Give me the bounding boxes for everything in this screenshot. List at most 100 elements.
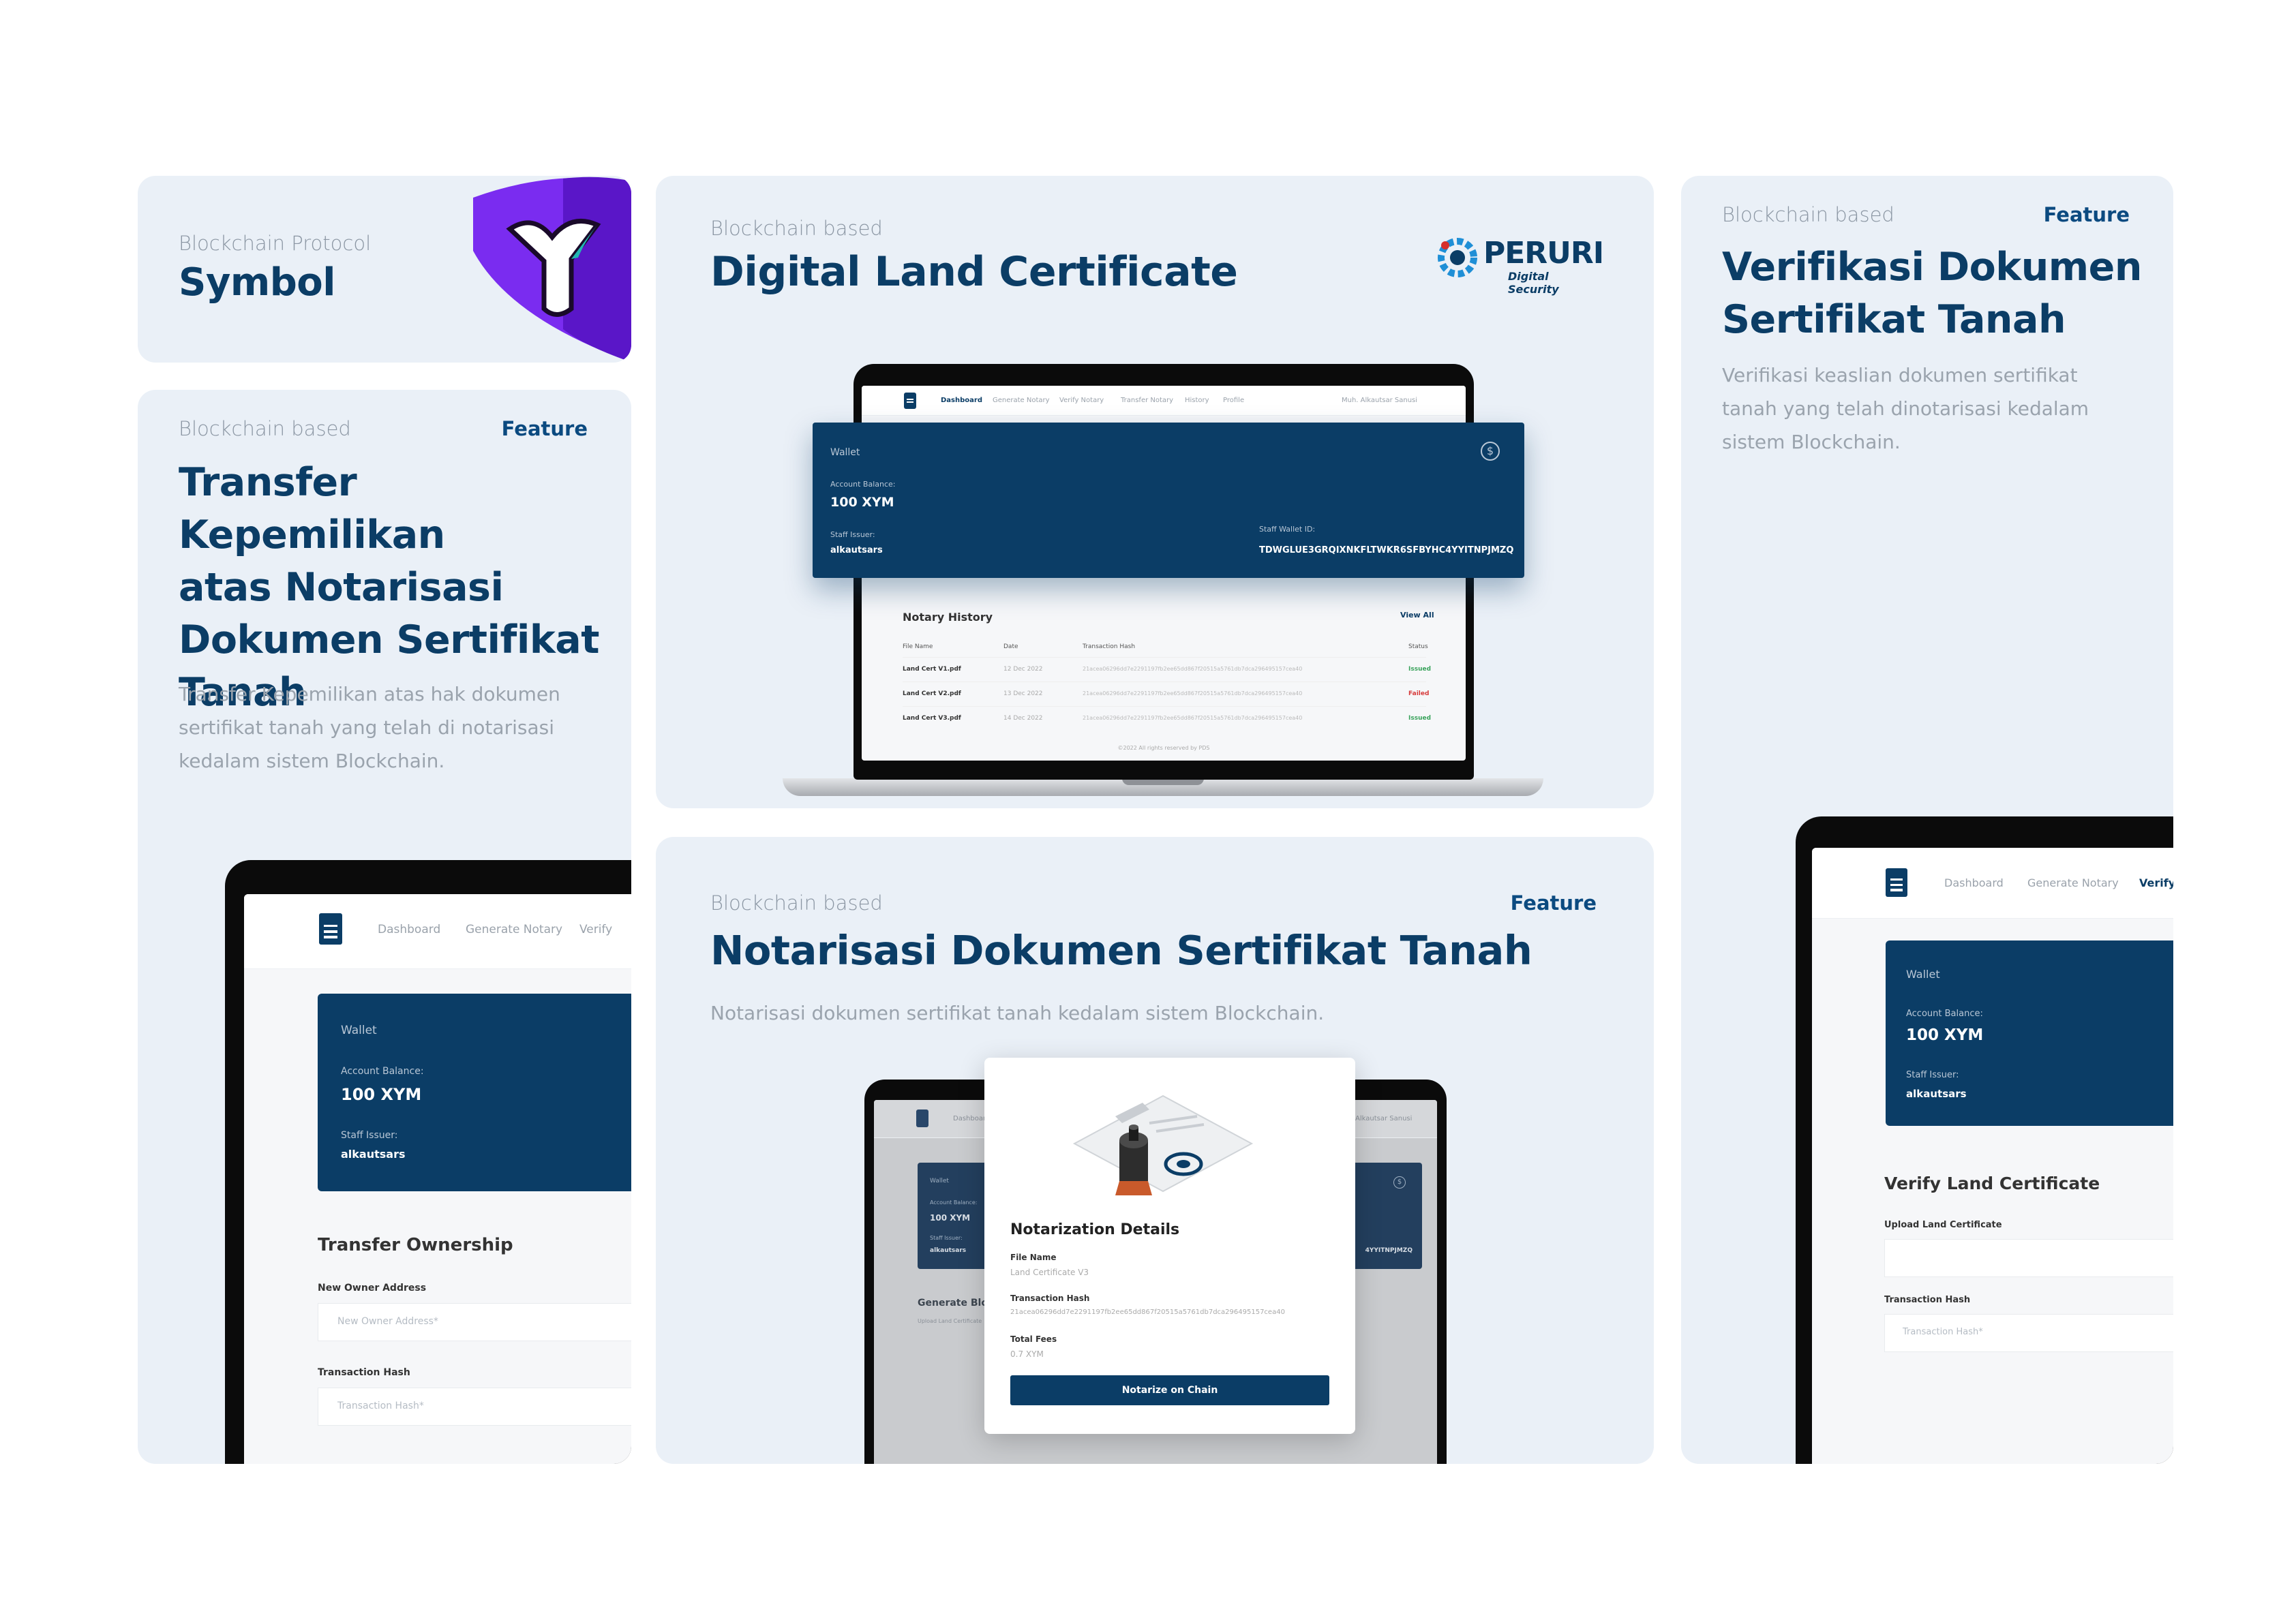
row-hash: 21acea06296dd7e2291197fb2ee65dd867f20515… <box>1083 715 1303 721</box>
table-row[interactable]: Land Cert V3.pdf 14 Dec 2022 21acea06296… <box>903 706 1431 731</box>
transfer-title-line: atas Notarisasi <box>179 565 504 610</box>
document-icon <box>916 1110 928 1127</box>
balance-label: Account Balance: <box>1906 1009 1983 1019</box>
verify-title-line: Sertifikat Tanah <box>1722 297 2066 342</box>
staff-label: Staff Issuer: <box>341 1130 398 1141</box>
nav-generate-notary[interactable]: Generate Notary <box>466 923 562 936</box>
desc-line: sertifikat tanah yang telah di notarisas… <box>179 716 554 739</box>
symbol-title: Symbol <box>179 260 335 305</box>
col-status: Status <box>1408 643 1428 650</box>
balance-value: 100 XYM <box>830 495 894 510</box>
upload-certificate-input[interactable] <box>1884 1239 2173 1277</box>
transfer-app-screen: Dashboard Generate Notary Verify Wallet … <box>244 894 631 1464</box>
verify-app-screen: Dashboard Generate Notary Verify Wallet … <box>1812 848 2173 1464</box>
transaction-hash-input[interactable]: Transaction Hash* <box>318 1388 631 1426</box>
row-date: 12 Dec 2022 <box>1003 666 1043 673</box>
row-date: 13 Dec 2022 <box>1003 690 1043 697</box>
section-title: Transfer Ownership <box>318 1235 513 1255</box>
transfer-title-line: Transfer Kepemilikan <box>179 460 445 557</box>
document-icon <box>319 913 342 945</box>
wallet-label: Wallet <box>930 1178 949 1184</box>
dollar-icon: $ <box>1393 1176 1406 1189</box>
verify-eyebrow: Blockchain based <box>1722 203 1894 226</box>
wallet-id-value: 4YYITNPJMZQ <box>1365 1247 1413 1254</box>
nav-dashboard[interactable]: Dashboard <box>1944 876 2004 889</box>
row-file: Land Cert V3.pdf <box>903 715 961 722</box>
notary-feature-tag: Feature <box>1510 891 1597 915</box>
transaction-hash-label: Transaction Hash <box>1010 1294 1090 1303</box>
new-owner-address-input[interactable]: New Owner Address* <box>318 1303 631 1341</box>
nav-transfer-notary[interactable]: Transfer Notary <box>1121 397 1173 404</box>
symbol-card: Blockchain Protocol Symbol <box>138 176 631 363</box>
wallet-card: Wallet Account Balance: 100 XYM Staff Is… <box>1886 940 2173 1126</box>
balance-label: Account Balance: <box>930 1199 978 1206</box>
table-header: File Name Date Transaction Hash Status <box>903 637 1428 657</box>
transaction-hash-input[interactable]: Transaction Hash* <box>1884 1314 2173 1352</box>
desc-line: kedalam sistem Blockchain. <box>179 750 445 772</box>
total-fees-label: Total Fees <box>1010 1334 1057 1344</box>
verify-title-line: Verifikasi Dokumen <box>1722 245 2142 290</box>
section-title: Generate Blo <box>918 1298 988 1309</box>
nav-dashboard[interactable]: Dashboard <box>378 923 440 936</box>
row-hash: 21acea06296dd7e2291197fb2ee65dd867f20515… <box>1083 666 1303 672</box>
land-certificate-card: Blockchain based Digital Land Certificat… <box>656 176 1654 808</box>
upload-label: Upload Land Certificate <box>1884 1220 2002 1230</box>
notary-title: Notarisasi Dokumen Sertifikat Tanah <box>710 927 1532 974</box>
row-status: Issued <box>1408 666 1432 673</box>
wallet-id-label: Staff Wallet ID: <box>1259 525 1316 534</box>
col-date: Date <box>1003 643 1018 650</box>
verify-laptop: Dashboard Generate Notary Verify Wallet … <box>1796 816 2173 1464</box>
notary-eyebrow: Blockchain based <box>710 891 883 915</box>
nav-verify-notary[interactable]: Verify Notary <box>1059 397 1104 404</box>
notary-history-title: Notary History <box>903 611 993 624</box>
table-row[interactable]: Land Cert V1.pdf 12 Dec 2022 21acea06296… <box>903 657 1431 682</box>
staff-value: alkautsars <box>830 545 883 555</box>
nav-profile[interactable]: Profile <box>1223 397 1244 404</box>
view-all-link[interactable]: View All <box>1400 611 1434 619</box>
peruri-gear-icon <box>1438 238 1477 277</box>
app-footer: ©2022 All rights reserved by PDS <box>1117 745 1210 751</box>
row-hash: 21acea06296dd7e2291197fb2ee65dd867f20515… <box>1083 690 1303 697</box>
transfer-app-nav: Dashboard Generate Notary Verify <box>244 894 631 969</box>
staff-label: Staff Issuer: <box>930 1235 963 1241</box>
history-table: File Name Date Transaction Hash Status L… <box>903 637 1431 731</box>
row-status: Failed <box>1408 690 1430 697</box>
document-icon <box>1886 868 1907 897</box>
verify-card: Blockchain based Feature Verifikasi Doku… <box>1681 176 2173 1464</box>
transfer-laptop: Dashboard Generate Notary Verify Wallet … <box>225 860 631 1464</box>
col-file-name: File Name <box>903 643 933 650</box>
user-name[interactable]: Muh. Alkautsar Sanusi <box>1342 397 1417 404</box>
transaction-hash-value: 21acea06296dd7e2291197fb2ee65dd867f20515… <box>1010 1309 1285 1316</box>
land-title: Digital Land Certificate <box>710 248 1238 296</box>
notary-card: Blockchain based Feature Notarisasi Doku… <box>656 837 1654 1464</box>
nav-verify[interactable]: Verify <box>579 923 612 936</box>
nav-history[interactable]: History <box>1185 397 1209 404</box>
row-file: Land Cert V2.pdf <box>903 690 961 697</box>
peruri-logo: PERURI Digital Security <box>1437 232 1604 296</box>
field-label: Transaction Hash <box>318 1367 410 1378</box>
staff-label: Staff Issuer: <box>830 530 875 539</box>
table-row[interactable]: Land Cert V2.pdf 13 Dec 2022 21acea06296… <box>903 682 1430 706</box>
peruri-wordmark: PERURI <box>1483 236 1604 271</box>
desc-line: tanah yang telah dinotarisasi kedalam <box>1722 397 2089 420</box>
symbol-shield-logo <box>473 177 631 363</box>
nav-dashboard[interactable]: Dashboard <box>941 397 982 404</box>
staff-value: alkautsars <box>1906 1088 1967 1100</box>
hash-label: Transaction Hash <box>1884 1295 1971 1305</box>
certificate-stamp-illustration <box>1072 1095 1254 1195</box>
nav-generate-notary[interactable]: Generate Notary <box>993 397 1050 404</box>
col-hash: Transaction Hash <box>1083 643 1136 650</box>
section-title: Verify Land Certificate <box>1884 1174 2100 1193</box>
user-name[interactable]: Alkautsar Sanusi <box>1355 1115 1412 1122</box>
verify-title: Verifikasi Dokumen Sertifikat Tanah <box>1722 241 2142 346</box>
land-eyebrow: Blockchain based <box>710 217 883 240</box>
notarization-modal: Notarization Details File Name Land Cert… <box>984 1058 1355 1434</box>
balance-label: Account Balance: <box>830 480 896 489</box>
verify-feature-tag: Feature <box>2043 203 2130 226</box>
dollar-icon: $ <box>1481 442 1500 461</box>
nav-generate-notary[interactable]: Generate Notary <box>2027 876 2119 889</box>
notarize-on-chain-button[interactable]: Notarize on Chain <box>1010 1375 1329 1405</box>
land-app-nav: Dashboard Generate Notary Verify Notary … <box>862 386 1466 416</box>
nav-verify[interactable]: Verify <box>2139 876 2173 889</box>
transfer-description: Transfer Kepemilikan atas hak dokumen se… <box>179 677 560 778</box>
